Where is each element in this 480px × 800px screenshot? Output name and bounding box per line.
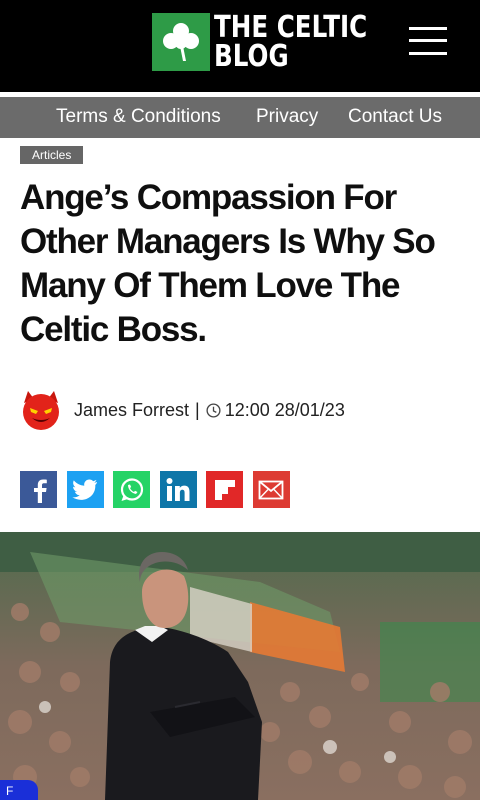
category-badge[interactable]: Articles bbox=[20, 146, 84, 164]
shamrock-icon bbox=[152, 13, 210, 71]
floating-tab[interactable]: F bbox=[0, 780, 38, 800]
nav-privacy-link[interactable]: Privacy bbox=[256, 106, 318, 128]
hamburger-menu-icon[interactable] bbox=[409, 26, 447, 56]
twitter-share-button[interactable] bbox=[66, 471, 104, 508]
twitter-icon bbox=[72, 479, 97, 500]
email-share-button[interactable] bbox=[252, 471, 290, 508]
flipboard-icon bbox=[214, 479, 235, 500]
site-header: THE CELTIC BLOG bbox=[0, 0, 480, 92]
whatsapp-share-button[interactable] bbox=[113, 471, 150, 508]
email-icon bbox=[258, 480, 284, 499]
author-name[interactable]: James Forrest bbox=[74, 400, 189, 421]
logo-text: THE CELTIC BLOG bbox=[214, 10, 368, 74]
devil-face-icon[interactable] bbox=[20, 389, 62, 431]
facebook-share-button[interactable] bbox=[20, 471, 57, 508]
whatsapp-icon bbox=[120, 477, 143, 501]
linkedin-share-button[interactable] bbox=[159, 471, 197, 508]
site-logo[interactable]: THE CELTIC BLOG bbox=[152, 10, 401, 74]
meta-separator: | bbox=[195, 399, 200, 420]
nav-terms-link[interactable]: Terms & Conditions bbox=[56, 106, 221, 128]
article-title: Ange’s Compassion For Other Managers Is … bbox=[20, 178, 436, 349]
facebook-icon bbox=[33, 479, 47, 503]
nav-contact-link[interactable]: Contact Us bbox=[348, 106, 442, 128]
clock-icon bbox=[206, 402, 221, 418]
share-buttons bbox=[20, 471, 299, 508]
top-nav: Terms & Conditions Privacy Contact Us bbox=[0, 97, 480, 138]
linkedin-icon bbox=[166, 477, 190, 501]
flipboard-share-button[interactable] bbox=[206, 471, 243, 508]
article-hero-image[interactable] bbox=[0, 532, 480, 800]
publish-time: 12:00 28/01/23 bbox=[224, 399, 345, 420]
article-meta: James Forrest | 12:00 28/01/23 bbox=[20, 389, 345, 431]
